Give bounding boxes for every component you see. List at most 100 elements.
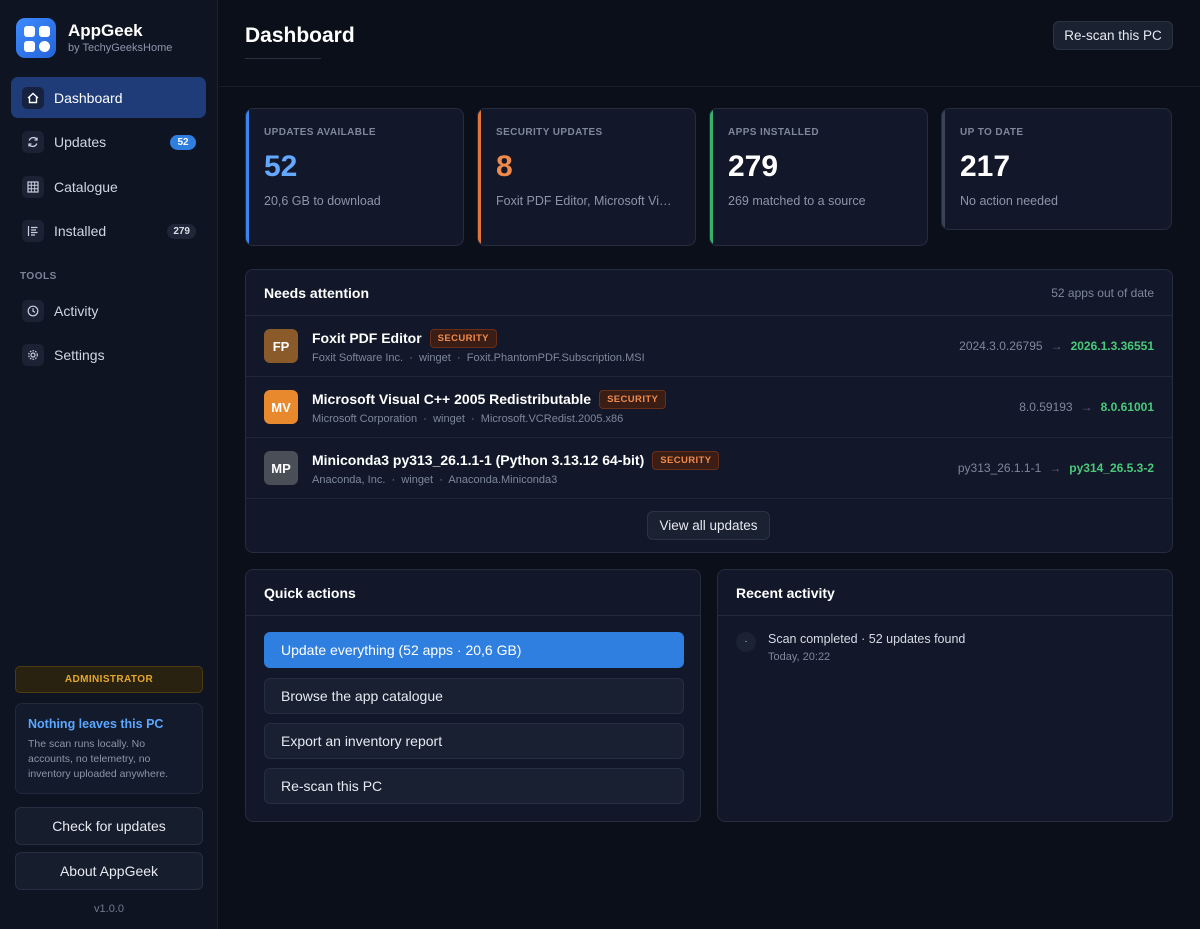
app-source: winget <box>433 412 465 425</box>
privacy-card: Nothing leaves this PC The scan runs loc… <box>15 703 203 794</box>
list-icon <box>22 220 44 242</box>
separator: · <box>439 473 443 486</box>
version-change: 2024.3.0.26795 → 2026.1.3.36551 <box>959 339 1154 353</box>
app-source: winget <box>401 473 434 486</box>
sidebar-item-installed[interactable]: Installed 279 <box>11 211 206 252</box>
app-name: Microsoft Visual C++ 2005 Redistributabl… <box>312 391 592 407</box>
export-inventory-button[interactable]: Export an inventory report <box>264 723 684 759</box>
latest-version: 2026.1.3.36551 <box>1070 339 1154 353</box>
main-nav: Dashboard Updates 52 Catalogue Installed… <box>11 77 206 255</box>
security-tag: SECURITY <box>599 389 667 409</box>
browse-catalogue-button[interactable]: Browse the app catalogue <box>264 678 684 714</box>
view-all-updates-button[interactable]: View all updates <box>647 511 770 540</box>
app-id: Foxit.PhantomPDF.Subscription.MSI <box>466 351 645 364</box>
home-icon <box>22 86 44 109</box>
separator: · <box>471 412 475 425</box>
sidebar-item-activity[interactable]: Activity <box>11 290 206 331</box>
activity-text: Scan completed · 52 updates found <box>768 632 966 646</box>
check-for-updates-button[interactable]: Check for updates <box>15 807 203 845</box>
stat-sub: 20,6 GB to download <box>264 194 381 208</box>
privacy-title: Nothing leaves this PC <box>28 717 164 731</box>
sidebar-item-label: Dashboard <box>54 89 123 106</box>
tools-nav: Activity Settings <box>11 290 206 379</box>
app-name: Miniconda3 py313_26.1.1-1 (Python 3.13.1… <box>312 452 645 468</box>
version-label: v1.0.0 <box>94 903 124 915</box>
current-version: 8.0.59193 <box>1019 400 1073 414</box>
app-avatar: MV <box>264 390 298 424</box>
arrow-right-icon: → <box>1050 339 1063 353</box>
stat-card-up-to-date[interactable]: UP TO DATE 217 No action needed <box>941 108 1172 230</box>
app-name: Foxit PDF Editor <box>312 330 422 346</box>
stat-card-apps-installed[interactable]: APPS INSTALLED 279 269 matched to a sour… <box>709 108 928 246</box>
rescan-button[interactable]: Re-scan this PC <box>1053 21 1173 50</box>
header-divider <box>219 86 1200 87</box>
sidebar: AppGeek by TechyGeeksHome Dashboard Upda… <box>0 0 218 929</box>
quick-actions-panel: Quick actions Update everything (52 apps… <box>245 569 701 822</box>
stat-value: 8 <box>496 150 513 183</box>
app-id: Anaconda.Miniconda3 <box>448 473 558 486</box>
panel-title: Needs attention <box>264 284 370 301</box>
app-avatar: FP <box>264 329 298 363</box>
latest-version: py314_26.5.3-2 <box>1069 461 1154 475</box>
panel-title: Quick actions <box>264 584 356 601</box>
refresh-icon <box>22 131 44 153</box>
sidebar-item-settings[interactable]: Settings <box>11 335 206 376</box>
out-of-date-count: 52 apps out of date <box>1051 285 1154 300</box>
latest-version: 8.0.61001 <box>1100 400 1154 414</box>
separator: · <box>423 412 427 425</box>
arrow-right-icon: → <box>1080 400 1093 414</box>
version-change: 8.0.59193 → 8.0.61001 <box>1019 400 1154 414</box>
table-row[interactable]: FP Foxit PDF Editor SECURITY Foxit Softw… <box>246 316 1172 377</box>
activity-dot-icon: · <box>736 632 756 652</box>
sidebar-item-dashboard[interactable]: Dashboard <box>11 77 206 118</box>
stat-sub: Foxit PDF Editor, Microsoft Visu... <box>496 194 683 208</box>
administrator-badge: ADMINISTRATOR <box>15 666 203 693</box>
sidebar-item-label: Settings <box>54 347 105 363</box>
stat-label: APPS INSTALLED <box>728 127 819 138</box>
page-title: Dashboard <box>245 24 355 47</box>
app-avatar: MP <box>264 451 298 485</box>
stat-value: 52 <box>264 150 298 183</box>
app-logo-icon <box>16 18 56 58</box>
app-publisher: Microsoft Corporation <box>312 412 418 425</box>
app-meta: Microsoft Corporation · winget · Microso… <box>312 413 1019 425</box>
updates-count-badge: 52 <box>170 134 196 150</box>
brand-subtitle: by TechyGeeksHome <box>68 42 173 54</box>
table-row[interactable]: MV Microsoft Visual C++ 2005 Redistribut… <box>246 377 1172 438</box>
app-publisher: Anaconda, Inc. <box>312 473 386 486</box>
sidebar-item-catalogue[interactable]: Catalogue <box>11 166 206 207</box>
about-button[interactable]: About AppGeek <box>15 852 203 890</box>
sidebar-item-label: Updates <box>54 134 107 150</box>
recent-activity-panel: Recent activity · Scan completed · 52 up… <box>717 569 1173 822</box>
stat-sub: 269 matched to a source <box>728 194 866 208</box>
stat-card-security-updates[interactable]: SECURITY UPDATES 8 Foxit PDF Editor, Mic… <box>477 108 696 246</box>
stat-card-updates-available[interactable]: UPDATES AVAILABLE 52 20,6 GB to download <box>245 108 464 246</box>
app-meta: Anaconda, Inc. · winget · Anaconda.Minic… <box>312 474 958 486</box>
activity-time: Today, 20:22 <box>768 651 831 663</box>
current-version: py313_26.1.1-1 <box>957 461 1042 475</box>
brand: AppGeek by TechyGeeksHome <box>16 18 172 58</box>
grid-icon <box>22 175 44 198</box>
stat-label: UP TO DATE <box>960 127 1024 138</box>
update-everything-button[interactable]: Update everything (52 apps · 20,6 GB) <box>264 632 684 668</box>
separator: · <box>456 351 461 364</box>
current-version: 2024.3.0.26795 <box>959 339 1043 353</box>
tools-section-label: TOOLS <box>20 271 57 282</box>
arrow-right-icon: → <box>1049 461 1062 475</box>
table-row[interactable]: MP Miniconda3 py313_26.1.1-1 (Python 3.1… <box>246 438 1172 499</box>
sidebar-item-updates[interactable]: Updates 52 <box>11 122 206 163</box>
stat-label: UPDATES AVAILABLE <box>264 127 376 138</box>
app-meta: Foxit Software Inc. · winget · Foxit.Pha… <box>312 352 959 364</box>
sidebar-item-label: Installed <box>54 223 107 239</box>
security-tag: SECURITY <box>429 328 497 348</box>
stat-value: 217 <box>960 150 1011 183</box>
stat-value: 279 <box>728 150 779 183</box>
app-source: winget <box>419 351 451 364</box>
gear-icon <box>22 344 44 366</box>
rescan-pc-button[interactable]: Re-scan this PC <box>264 768 684 804</box>
stat-label: SECURITY UPDATES <box>496 127 603 138</box>
sidebar-item-label: Activity <box>54 302 99 319</box>
clock-icon <box>22 299 44 322</box>
privacy-text: The scan runs locally. No accounts, no t… <box>28 738 169 780</box>
stat-sub: No action needed <box>960 194 1058 208</box>
